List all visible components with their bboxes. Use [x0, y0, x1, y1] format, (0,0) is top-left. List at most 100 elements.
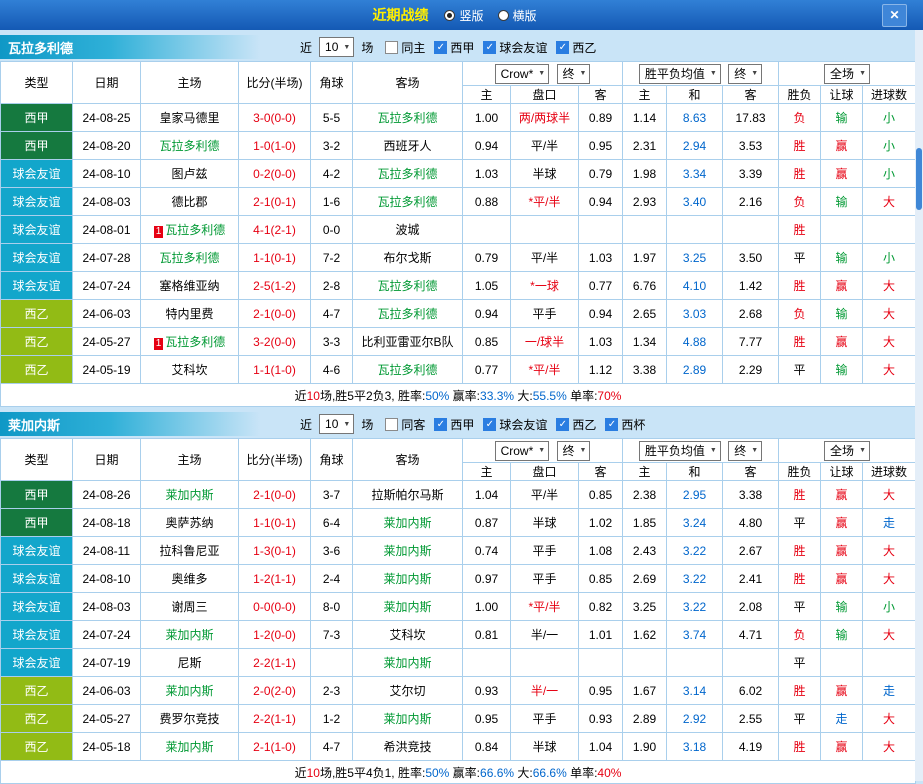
home-team-cell: 莱加内斯 [140, 480, 239, 509]
date-cell: 24-07-19 [72, 648, 141, 677]
result-cell: 负 [778, 187, 822, 216]
league-type-cell: 西乙 [0, 676, 73, 705]
goals-result-cell [862, 648, 917, 677]
goals-result-cell: 大 [862, 564, 917, 593]
checkbox-checked-icon[interactable]: ✓ [434, 417, 448, 431]
col-result: 胜负 [778, 85, 822, 104]
close-button[interactable]: ✕ [882, 4, 907, 27]
avg-home-cell: 1.98 [622, 159, 668, 188]
bookmaker-select[interactable]: Crow* ▼ [494, 63, 550, 84]
filter-西乙[interactable]: ✓ 西乙 [556, 416, 596, 433]
avg-draw-cell: 2.95 [666, 480, 724, 509]
checkbox-checked-icon[interactable]: ✓ [556, 40, 570, 54]
checkbox-checked-icon[interactable]: ✓ [556, 417, 570, 431]
goals-result-cell: 大 [862, 271, 917, 300]
radio-selected-icon[interactable] [444, 9, 456, 21]
filter-球会友谊[interactable]: ✓ 球会友谊 [483, 416, 547, 433]
home-team-cell: 尼斯 [140, 648, 239, 677]
checkbox-unchecked-icon[interactable] [385, 40, 399, 54]
checkbox-checked-icon[interactable]: ✓ [605, 417, 619, 431]
date-cell: 24-05-27 [72, 327, 141, 356]
corners-cell: 4-6 [310, 355, 353, 384]
corners-cell: 7-2 [310, 243, 353, 272]
scrollbar[interactable] [915, 30, 923, 781]
scope-select-cell: 全场 ▼ [778, 61, 917, 86]
scrollbar-thumb[interactable] [916, 148, 922, 210]
checkbox-checked-icon[interactable]: ✓ [483, 40, 497, 54]
away-team-cell: 瓦拉多利德 [352, 271, 463, 300]
filter-同客[interactable]: 同客 [385, 416, 425, 433]
avg-away-cell: 2.08 [722, 592, 780, 621]
chevron-down-icon: ▼ [579, 70, 587, 77]
bookmaker-select[interactable]: Crow* ▼ [494, 440, 550, 461]
col-odds-home: 主 [462, 462, 511, 481]
away-odds-cell [577, 648, 624, 677]
avg-home-cell: 1.67 [622, 676, 668, 705]
match-row: 球会友谊 24-07-24 塞格维亚纳 2-5(1-2) 2-8 瓦拉多利德 1.05 *一球… [0, 271, 917, 300]
handicap-cell: *平/半 [510, 355, 579, 384]
odds-select-cell: Crow* ▼ 终 ▼ [461, 61, 624, 86]
radio-horizontal-layout[interactable]: 横版 [497, 7, 537, 24]
match-row: 球会友谊 24-08-03 谢周三 0-0(0-0) 8-0 莱加内斯 1.00 *平/半 0.… [0, 592, 917, 621]
avg-away-cell: 1.42 [722, 271, 780, 300]
summary-part: 大: [514, 388, 533, 403]
league-type-cell: 西甲 [0, 480, 73, 509]
corners-cell: 1-6 [310, 187, 353, 216]
avg-type-select[interactable]: 胜平负均值 ▼ [638, 63, 721, 84]
match-row: 西乙 24-05-27 费罗尔竞技 2-2(1-1) 1-2 莱加内斯 0.95 平手 0.93… [0, 704, 917, 733]
corners-cell: 4-2 [310, 159, 353, 188]
odds-stage-select[interactable]: 终 ▼ [556, 63, 591, 84]
home-odds-cell [462, 215, 511, 244]
league-type-cell: 西甲 [0, 103, 73, 132]
avg-stage-select[interactable]: 终 ▼ [728, 63, 763, 84]
avg-stage-select[interactable]: 终 ▼ [728, 440, 763, 461]
handicap-cell: 一/球半 [510, 327, 579, 356]
match-count-select[interactable]: 10 ▼ [319, 414, 355, 434]
radio-vertical-layout[interactable]: 竖版 [444, 7, 484, 24]
checkbox-checked-icon[interactable]: ✓ [483, 417, 497, 431]
summary-part: 10 [306, 388, 320, 403]
col-score: 比分(半场) [238, 61, 311, 104]
filter-西乙[interactable]: ✓ 西乙 [556, 39, 596, 56]
avg-away-cell: 3.39 [722, 159, 780, 188]
date-cell: 24-07-24 [72, 271, 141, 300]
col-odds-away: 客 [577, 85, 624, 104]
chevron-down-icon: ▼ [538, 70, 546, 77]
date-cell: 24-08-10 [72, 159, 141, 188]
radio-unselected-icon[interactable] [497, 9, 509, 21]
handicap-cell: 半球 [510, 732, 579, 761]
handicap-result-cell: 赢 [820, 271, 864, 300]
away-team-cell: 艾科坎 [352, 620, 463, 649]
games-label: 场 [361, 417, 374, 432]
odds-stage-select[interactable]: 终 ▼ [556, 440, 591, 461]
score-cell: 3-0(0-0) [238, 103, 311, 132]
match-row: 球会友谊 24-07-19 尼斯 2-2(1-1) 莱加内斯 平 [0, 648, 917, 677]
score-cell: 2-1(0-1) [238, 187, 311, 216]
filter-西甲[interactable]: ✓ 西甲 [434, 39, 474, 56]
avg-home-cell: 2.43 [622, 536, 668, 565]
col-home: 主场 [140, 438, 239, 481]
filter-同主[interactable]: 同主 [385, 39, 425, 56]
chevron-down-icon: ▼ [709, 447, 717, 454]
summary-part: 单率: [566, 765, 598, 780]
home-odds-cell: 1.00 [462, 592, 511, 621]
summary-part: 66.6% [532, 765, 567, 780]
away-team-cell: 布尔戈斯 [352, 243, 463, 272]
scope-select[interactable]: 全场 ▼ [824, 440, 870, 461]
result-cell: 平 [778, 592, 822, 621]
score-cell: 2-0(2-0) [238, 676, 311, 705]
away-odds-cell: 0.85 [577, 480, 624, 509]
avg-type-select[interactable]: 胜平负均值 ▼ [638, 440, 721, 461]
scope-select[interactable]: 全场 ▼ [824, 63, 870, 84]
handicap-result-cell: 赢 [820, 732, 864, 761]
match-count-select[interactable]: 10 ▼ [319, 37, 355, 57]
filter-label: 球会友谊 [499, 40, 548, 55]
away-team-cell: 莱加内斯 [352, 508, 463, 537]
result-cell: 平 [778, 704, 822, 733]
checkbox-unchecked-icon[interactable] [385, 417, 399, 431]
col-home: 主场 [140, 61, 239, 104]
filter-西杯[interactable]: ✓ 西杯 [605, 416, 645, 433]
filter-西甲[interactable]: ✓ 西甲 [434, 416, 474, 433]
filter-球会友谊[interactable]: ✓ 球会友谊 [483, 39, 547, 56]
checkbox-checked-icon[interactable]: ✓ [434, 40, 448, 54]
